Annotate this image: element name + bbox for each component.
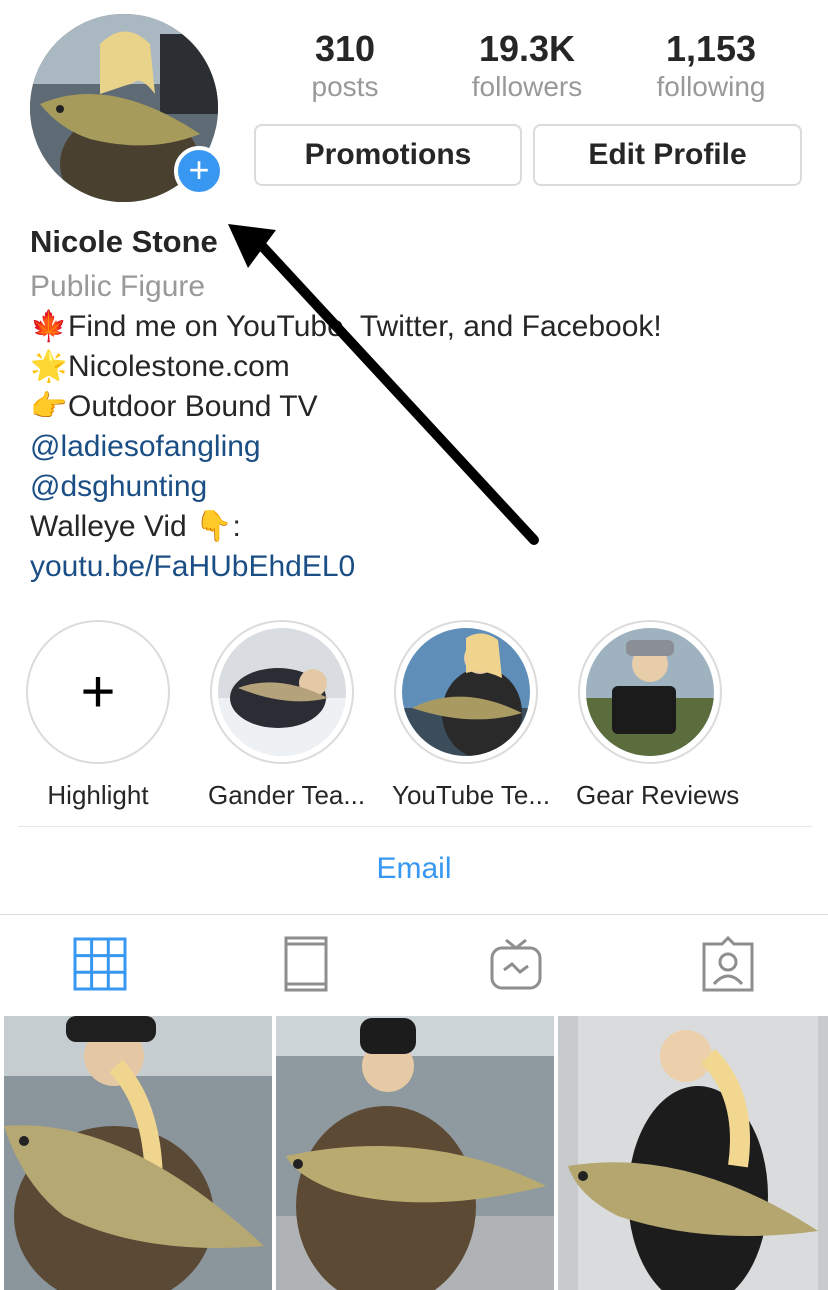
walleye-colon: :	[232, 510, 241, 543]
stat-followers[interactable]: 19.3K followers	[442, 28, 612, 104]
feed-icon[interactable]	[276, 934, 336, 994]
highlight-gear-reviews[interactable]: Gear Reviews	[576, 620, 740, 811]
mention-ladiesofangling[interactable]: @ladiesofangling	[30, 427, 261, 467]
add-story-button[interactable]: +	[174, 146, 224, 196]
post-thumbnail[interactable]	[4, 1016, 272, 1290]
plus-icon: +	[80, 658, 116, 725]
following-label: following	[656, 71, 766, 102]
highlight-label: Gear Reviews	[576, 780, 740, 810]
bio-walleye-line: Walleye Vid 👇:	[30, 507, 241, 547]
bio-text-2: Nicolestone.com	[68, 350, 290, 383]
igtv-icon[interactable]	[486, 934, 546, 994]
highlight-label: Highlight	[47, 780, 149, 810]
posts-label: posts	[311, 71, 379, 102]
following-count: 1,153	[665, 28, 757, 69]
walleye-text: Walleye Vid	[30, 510, 187, 543]
bio-link[interactable]: youtu.be/FaHUbEhdEL0	[30, 547, 355, 587]
post-thumbnail[interactable]	[276, 1016, 554, 1290]
highlight-gander[interactable]: Gander Tea...	[208, 620, 366, 811]
pointing-down-icon: 👇	[195, 510, 233, 543]
email-button[interactable]: Email	[0, 852, 828, 886]
highlight-youtube[interactable]: YouTube Te...	[392, 620, 551, 811]
divider	[18, 826, 812, 827]
edit-profile-button[interactable]: Edit Profile	[533, 124, 802, 186]
bio-text-3: Outdoor Bound TV	[68, 390, 318, 423]
stat-posts[interactable]: 310 posts	[260, 28, 430, 104]
mention-dsghunting[interactable]: @dsghunting	[30, 467, 207, 507]
stat-following[interactable]: 1,153 following	[626, 28, 796, 104]
promotions-button[interactable]: Promotions	[254, 124, 522, 186]
posts-count: 310	[314, 28, 376, 69]
followers-count: 19.3K	[478, 28, 576, 69]
pointing-hand-icon: 👉	[30, 390, 68, 423]
grid-icon[interactable]	[70, 934, 130, 994]
bio-text-1: Find me on YouTube, Twitter, and Faceboo…	[68, 310, 662, 343]
profile-category: Public Figure	[30, 270, 206, 303]
profile-name: Nicole Stone	[30, 224, 218, 259]
bio-line-2: 🌟Nicolestone.com	[30, 347, 290, 387]
tagged-icon[interactable]	[698, 934, 758, 994]
maple-leaf-icon: 🍁	[30, 310, 68, 343]
highlight-label: YouTube Te...	[392, 780, 551, 810]
plus-icon: +	[188, 148, 210, 190]
bio-line-3: 👉Outdoor Bound TV	[30, 387, 318, 427]
highlight-label: Gander Tea...	[208, 780, 366, 810]
followers-label: followers	[471, 71, 583, 102]
post-thumbnail[interactable]	[558, 1016, 828, 1290]
star-icon: 🌟	[30, 350, 68, 383]
bio-line-1: 🍁Find me on YouTube, Twitter, and Facebo…	[30, 307, 662, 347]
highlight-new[interactable]: + Highlight	[24, 620, 172, 811]
